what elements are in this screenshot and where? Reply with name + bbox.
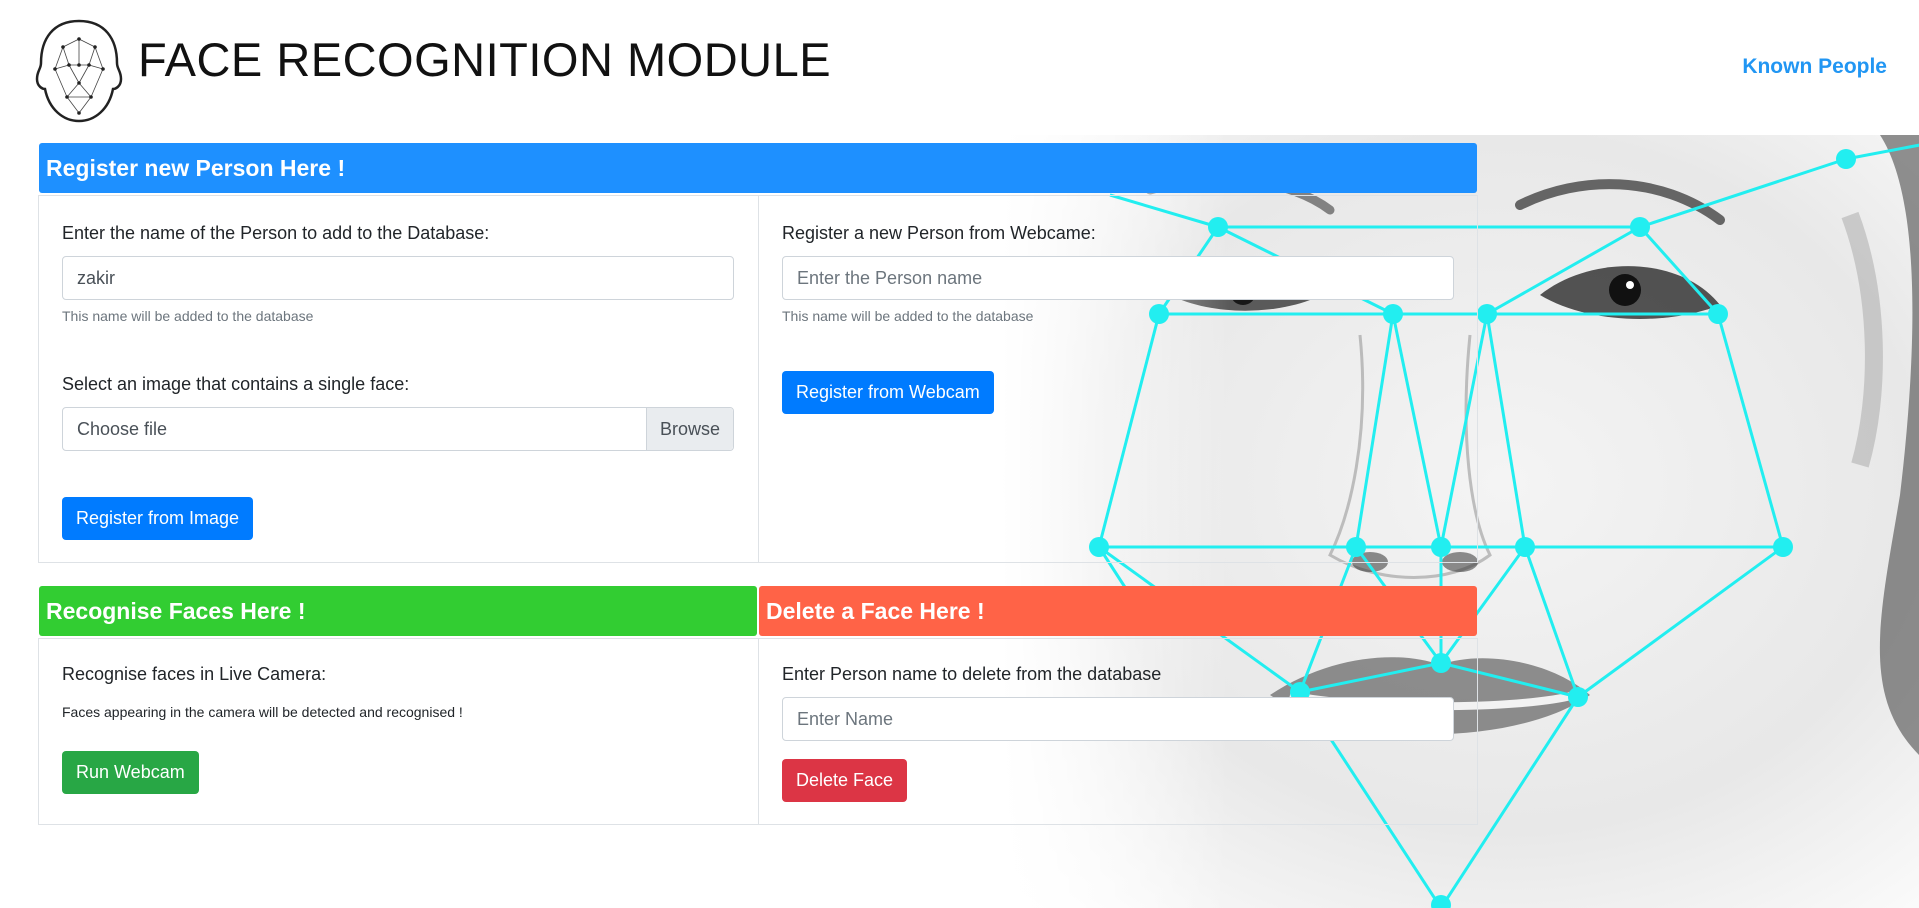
recognise-panel: Recognise faces in Live Camera: Faces ap…: [38, 638, 759, 825]
app-title: FACE RECOGNITION MODULE: [138, 33, 832, 86]
image-file-label: Select an image that contains a single f…: [62, 374, 410, 394]
register-from-image-panel: Enter the name of the Person to add to t…: [38, 195, 759, 563]
register-from-webcam-panel: Register a new Person from Webcame: This…: [758, 195, 1478, 563]
recognise-description: Faces appearing in the camera will be de…: [62, 704, 463, 720]
webcam-name-hint: This name will be added to the database: [782, 308, 1034, 324]
person-name-label: Enter the name of the Person to add to t…: [62, 223, 490, 243]
file-placeholder: Choose file: [77, 419, 168, 439]
run-webcam-button[interactable]: Run Webcam: [62, 751, 199, 794]
register-heading: Register new Person Here !: [39, 143, 1477, 193]
delete-panel: Enter Person name to delete from the dat…: [758, 638, 1478, 825]
recognise-heading: Recognise Faces Here !: [39, 586, 757, 636]
known-people-link[interactable]: Known People: [1742, 55, 1887, 79]
register-from-image-button[interactable]: Register from Image: [62, 497, 254, 540]
delete-label: Enter Person name to delete from the dat…: [782, 664, 1162, 684]
webcam-person-name-input[interactable]: [782, 256, 1454, 300]
delete-face-button[interactable]: Delete Face: [782, 759, 908, 802]
image-file-input[interactable]: Choose file Browse: [62, 407, 734, 451]
app-header: FACE RECOGNITION MODULE Known People: [0, 0, 1919, 135]
person-name-input[interactable]: [62, 256, 734, 300]
delete-name-input[interactable]: [782, 697, 1454, 741]
face-logo-icon: [35, 19, 123, 123]
recognise-label: Recognise faces in Live Camera:: [62, 664, 327, 684]
webcam-name-label: Register a new Person from Webcame:: [782, 223, 1096, 243]
browse-button[interactable]: Browse: [646, 408, 733, 450]
register-from-webcam-button[interactable]: Register from Webcam: [782, 371, 994, 414]
delete-heading: Delete a Face Here !: [759, 586, 1477, 636]
person-name-hint: This name will be added to the database: [62, 308, 314, 324]
